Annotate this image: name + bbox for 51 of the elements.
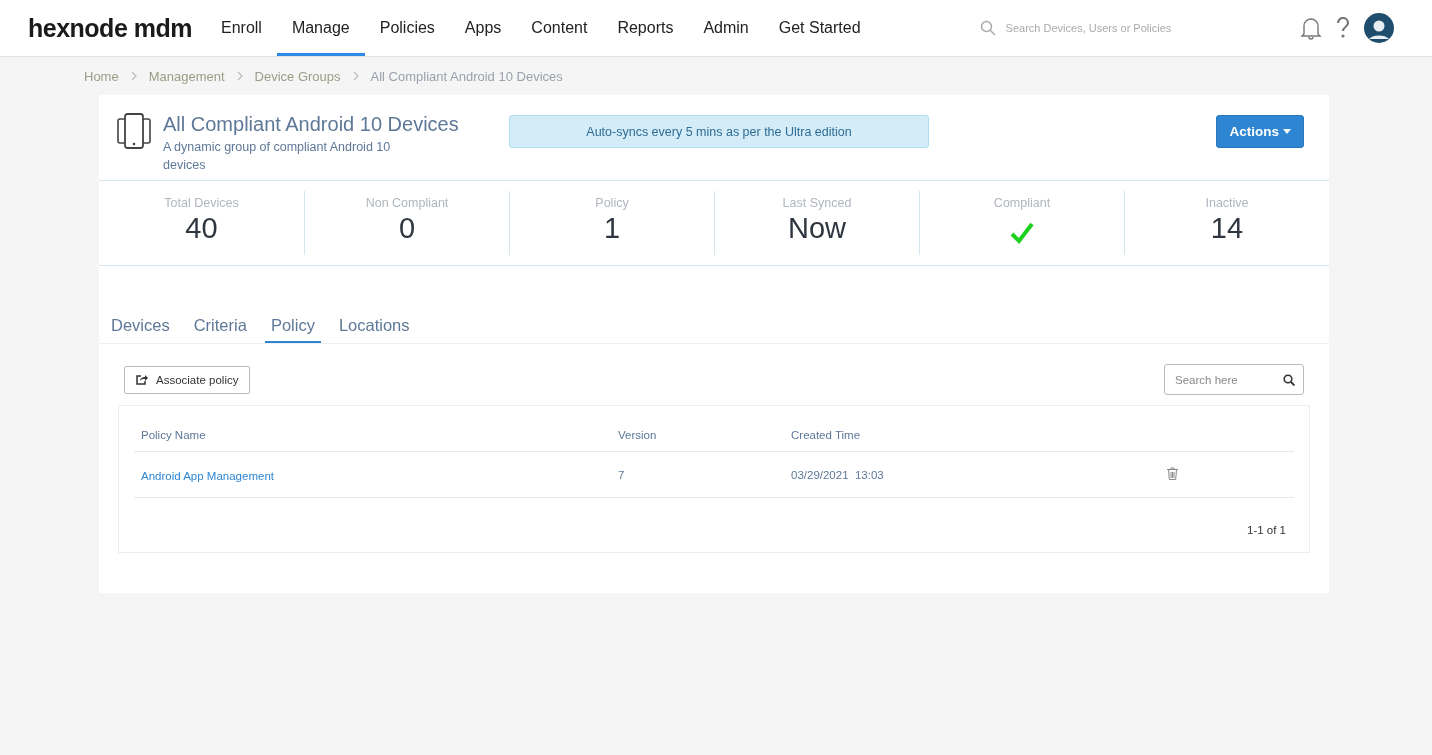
stat-value: 0 xyxy=(398,212,416,245)
sync-notice: Auto-syncs every 5 mins as per the Ultra edition xyxy=(509,115,929,148)
caret-icon xyxy=(1283,129,1291,134)
search-field[interactable]: Search here xyxy=(1164,364,1304,395)
chevron-icon xyxy=(236,71,243,81)
associate-policy-button[interactable]: Associate policy xyxy=(124,365,251,394)
stat-label: Inactive xyxy=(1205,196,1249,210)
policy-link[interactable]: Android App Management xyxy=(141,469,274,482)
bell-icon[interactable] xyxy=(1300,16,1322,40)
nav-tab[interactable]: Admin xyxy=(688,0,764,56)
nav-tab[interactable]: Enroll xyxy=(206,0,277,56)
pagination-text: 1-1 of 1 xyxy=(1247,524,1286,536)
stat-label: Total Devices xyxy=(164,196,239,210)
group-title: All Compliant Android 10 Devices xyxy=(163,113,460,136)
chevron-icon xyxy=(130,71,137,81)
group-description: A dynamic group of compliant Android 10 devices xyxy=(163,139,392,174)
nav-tab[interactable]: Policies xyxy=(364,0,450,56)
avatar-icon[interactable] xyxy=(1364,13,1394,43)
nav-tab[interactable]: Manage xyxy=(276,0,365,56)
table-cell-text: 7 xyxy=(618,468,626,481)
column-header: Version xyxy=(618,427,658,441)
logo[interactable]: hexnode mdm xyxy=(28,13,192,43)
tab[interactable]: Devices xyxy=(105,316,176,343)
phones-icon xyxy=(117,113,151,149)
tab[interactable]: Criteria xyxy=(187,316,253,343)
stat-value: Now xyxy=(788,212,846,245)
stat-label: Policy xyxy=(595,196,629,210)
breadcrumb-current: All Compliant Android 10 Devices xyxy=(370,68,563,84)
column-header: Policy Name xyxy=(141,427,207,441)
search-icon xyxy=(979,20,996,36)
nav-tab[interactable]: Content xyxy=(516,0,603,56)
tab[interactable]: Locations xyxy=(332,316,416,343)
share-icon xyxy=(136,374,148,385)
trash-icon[interactable] xyxy=(1167,466,1178,480)
check-icon xyxy=(1010,222,1034,244)
stat-label: Last Synced xyxy=(782,196,852,210)
stat-value: 40 xyxy=(185,212,218,245)
actions-button[interactable]: Actions xyxy=(1216,115,1304,148)
stat-value: 1 xyxy=(603,212,621,245)
table-cell-text: 03/29/2021 13:03 xyxy=(791,468,885,481)
stat-value: 14 xyxy=(1210,212,1244,245)
help-icon[interactable] xyxy=(1336,17,1350,39)
column-header: Created Time xyxy=(791,427,862,441)
nav-tab[interactable]: Get Started xyxy=(763,0,876,56)
stat-label: Non Compliant xyxy=(365,196,449,210)
nav-tab[interactable]: Reports xyxy=(602,0,689,56)
nav-tab[interactable]: Apps xyxy=(449,0,517,56)
search-icon[interactable] xyxy=(1283,374,1295,386)
chevron-icon xyxy=(352,71,359,81)
stat-label: Compliant xyxy=(993,196,1051,210)
tab[interactable]: Policy xyxy=(264,316,321,343)
